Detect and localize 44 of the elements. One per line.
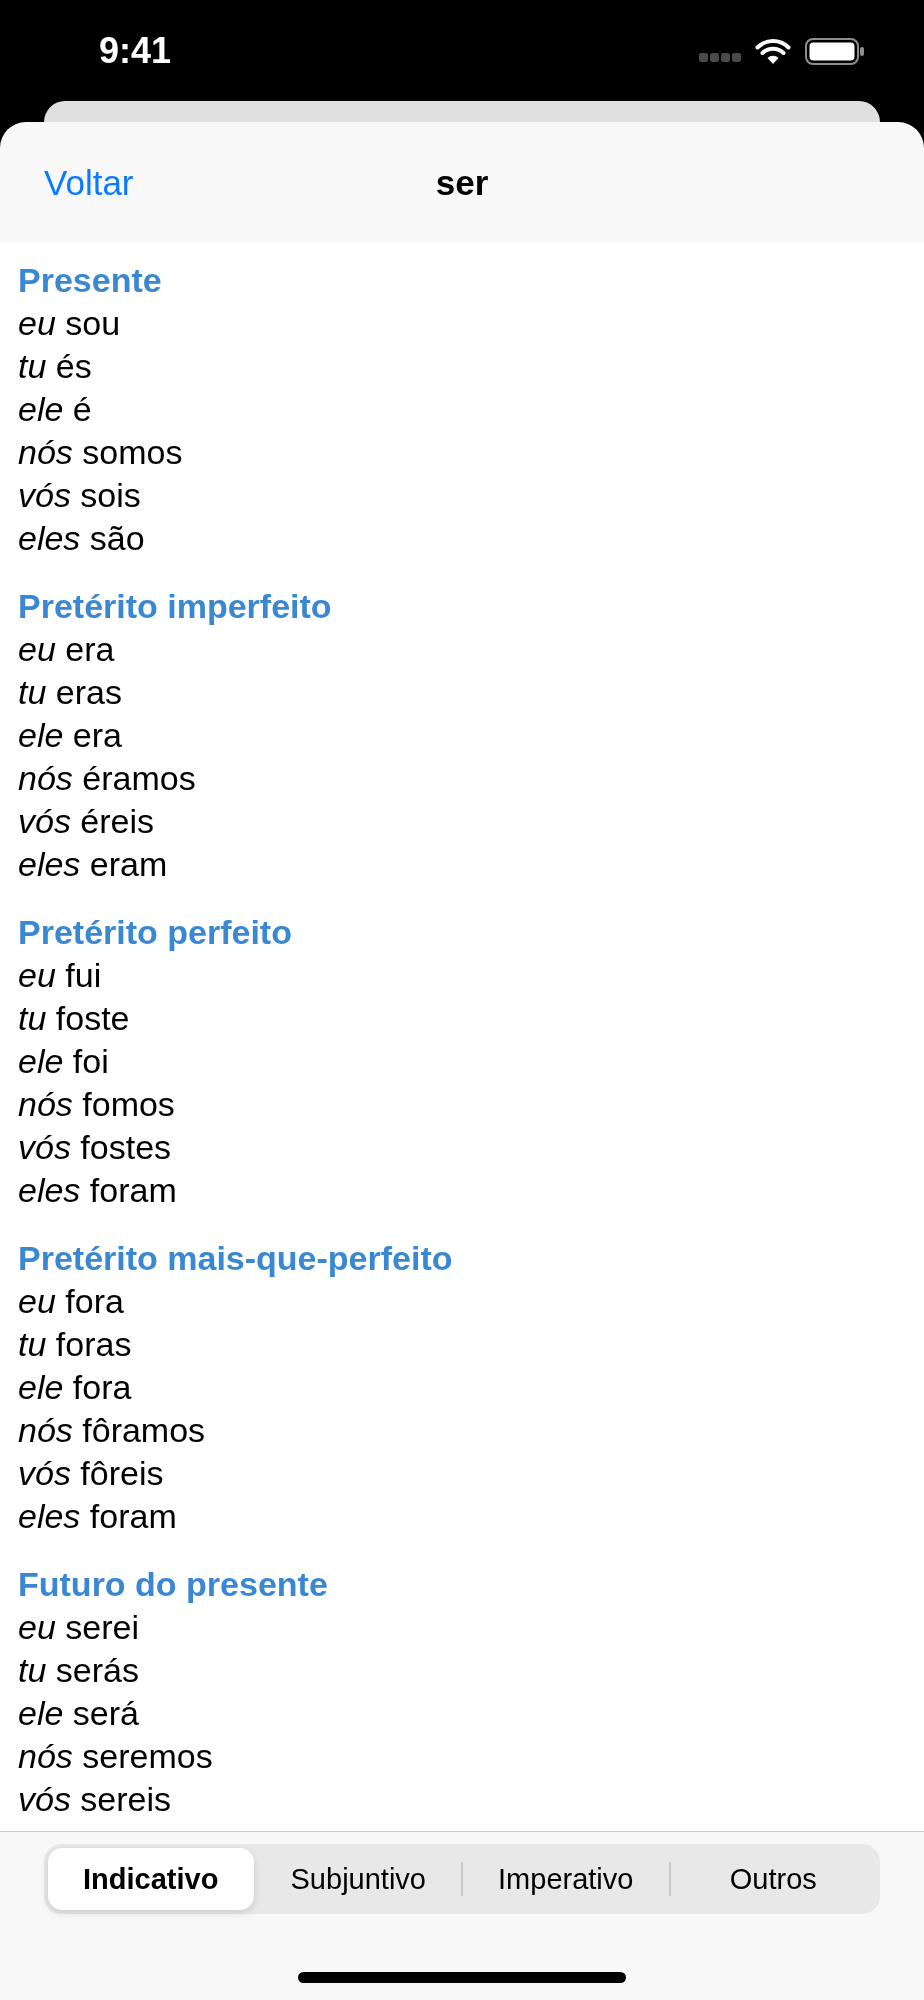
conjugation-line: nós seremos [18,1736,213,1777]
status-time: 9:41 [99,30,172,71]
wifi-icon [755,38,791,65]
conjugation-line: vós fostes [18,1127,172,1168]
signal-icon [699,53,741,62]
nav-title: ser [435,161,489,204]
conjugation-line: tu serás [18,1650,139,1691]
conjugation-line: vós sois [18,475,141,516]
conjugation-line: nós somos [18,432,183,473]
conjugation-line: ele fora [18,1367,132,1408]
conjugation-line: eu serei [18,1607,139,1648]
conjugation-line: tu eras [18,672,122,713]
conjugation-line: ele é [18,389,92,430]
segment-tab[interactable]: Indicativo [48,1848,254,1910]
battery-icon [805,38,865,65]
conjugation-line: eles foram [18,1496,177,1537]
section-heading: Pretérito imperfeito [18,586,332,627]
conjugation-line: ele era [18,715,122,756]
conjugation-line: nós fomos [18,1084,175,1125]
conjugation-line: nós fôramos [18,1410,206,1451]
conjugation-line: eu sou [18,303,121,344]
conjugation-line: eu era [18,629,115,670]
conjugation-line: tu foste [18,998,130,1039]
conjugation-line: eles são [18,518,145,559]
conjugation-line: eles foram [18,1170,177,1211]
conjugation-line: tu és [18,346,92,387]
back-button[interactable]: Voltar [44,161,134,204]
section-heading: Presente [18,260,162,301]
conjugation-line: vós sereis [18,1779,172,1820]
segment-tab[interactable]: Subjuntivo [255,1848,461,1910]
conjugation-line: tu foras [18,1324,132,1365]
conjugation-line: ele será [18,1693,139,1734]
conjugation-line: eu fora [18,1281,124,1322]
conjugation-line: vós éreis [18,801,155,842]
conjugation-line: eles eram [18,844,168,885]
conjugation-line: eu fui [18,955,102,996]
conjugation-line: nós éramos [18,758,196,799]
conjugation-line: ele foi [18,1041,109,1082]
section-heading: Futuro do presente [18,1564,328,1605]
section-heading: Pretérito perfeito [18,912,292,953]
section-heading: Pretérito mais-que-perfeito [18,1238,453,1279]
segment-tab[interactable]: Imperativo [463,1848,669,1910]
conjugation-line: vós fôreis [18,1453,164,1494]
segment-tab[interactable]: Outros [670,1848,876,1910]
